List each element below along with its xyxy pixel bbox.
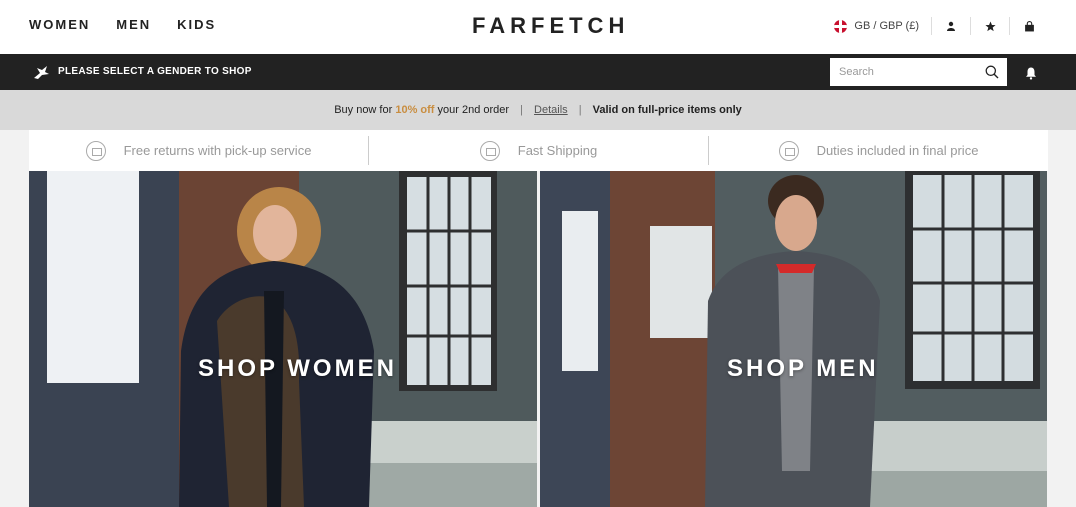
header-actions: GB / GBP (£) bbox=[834, 14, 1048, 38]
shipping-icon bbox=[479, 140, 500, 161]
promo-divider: | bbox=[578, 104, 582, 116]
user-icon[interactable] bbox=[932, 21, 970, 31]
nav-women[interactable]: WOMEN bbox=[29, 17, 90, 32]
benefit-free-returns: Free returns with pick-up service bbox=[29, 130, 368, 171]
farfetch-logo[interactable]: FARFETCH bbox=[472, 13, 629, 39]
promo-divider: | bbox=[520, 104, 523, 116]
nav-men[interactable]: MEN bbox=[116, 17, 151, 32]
benefit-duties-included: Duties included in final price bbox=[708, 136, 1048, 165]
bell-icon[interactable] bbox=[1024, 66, 1038, 80]
shop-men-banner[interactable]: SHOP MEN bbox=[540, 171, 1047, 507]
benefits-strip: Free returns with pick-up service Fast S… bbox=[29, 130, 1048, 171]
promo-suffix: your 2nd order bbox=[434, 104, 510, 116]
gender-select-bar: PLEASE SELECT A GENDER TO SHOP bbox=[0, 54, 1076, 90]
promo-prefix: Buy now for bbox=[334, 104, 396, 116]
return-box-icon bbox=[85, 140, 106, 161]
gender-nav: WOMEN MEN KIDS bbox=[29, 17, 216, 32]
bag-icon[interactable] bbox=[1010, 20, 1048, 32]
locale-label: GB / GBP (£) bbox=[854, 20, 919, 32]
uk-flag-icon bbox=[834, 19, 848, 33]
women-hero-image bbox=[29, 171, 537, 507]
men-hero-image bbox=[540, 171, 1047, 507]
benefit-label: Duties included in final price bbox=[816, 143, 979, 158]
benefit-label: Fast Shipping bbox=[517, 143, 598, 158]
duties-icon bbox=[778, 140, 799, 161]
shop-women-banner[interactable]: SHOP WOMEN bbox=[29, 171, 537, 507]
nav-kids[interactable]: KIDS bbox=[177, 17, 216, 32]
locale-selector[interactable]: GB / GBP (£) bbox=[834, 19, 931, 33]
search-box bbox=[830, 58, 1007, 86]
benefit-fast-shipping: Fast Shipping bbox=[368, 136, 708, 165]
promo-bar: Buy now for 10% off your 2nd order | Det… bbox=[0, 90, 1076, 130]
promo-details-link[interactable]: Details bbox=[534, 104, 568, 116]
benefit-label: Free returns with pick-up service bbox=[123, 143, 312, 158]
star-icon[interactable] bbox=[971, 21, 1009, 32]
gender-select-message: PLEASE SELECT A GENDER TO SHOP bbox=[58, 66, 252, 77]
search-input[interactable] bbox=[831, 59, 981, 85]
search-icon[interactable] bbox=[985, 65, 999, 79]
shop-men-cta[interactable]: SHOP MEN bbox=[727, 355, 879, 383]
bird-icon bbox=[34, 66, 49, 79]
promo-note: Valid on full-price items only bbox=[592, 104, 742, 116]
promo-discount: 10% off bbox=[395, 104, 435, 116]
shop-women-cta[interactable]: SHOP WOMEN bbox=[198, 355, 397, 383]
top-header: WOMEN MEN KIDS FARFETCH GB / GBP (£) bbox=[0, 0, 1076, 54]
